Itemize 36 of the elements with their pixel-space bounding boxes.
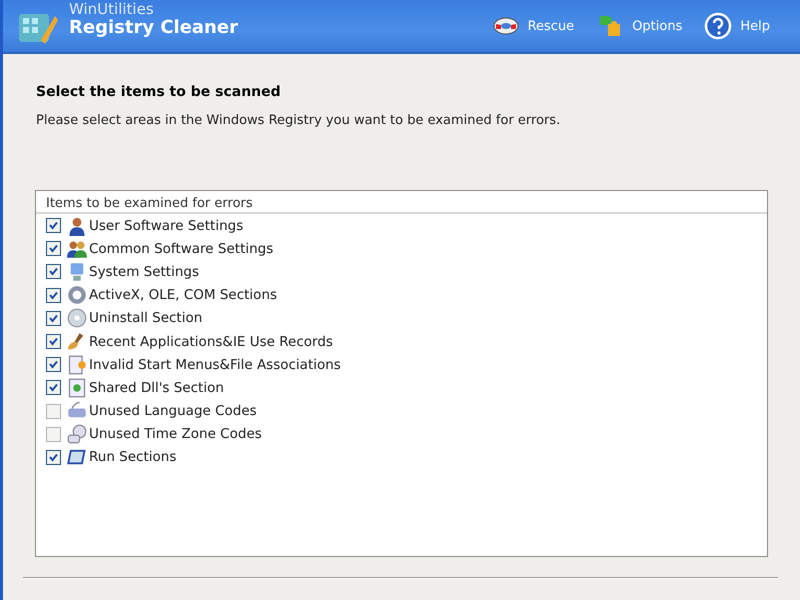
list-header: Items to be examined for errors xyxy=(36,191,767,214)
checkbox[interactable] xyxy=(46,241,61,256)
product-name: Registry Cleaner xyxy=(69,17,238,39)
rescue-button[interactable]: Rescue xyxy=(486,12,580,40)
checkbox[interactable] xyxy=(46,310,61,326)
description-text: Please select areas in the Windows Registry you want to be examined for errors. xyxy=(36,113,562,128)
item-label: User Software Settings xyxy=(89,218,244,234)
section-heading: Select the items to be scanned xyxy=(36,84,282,100)
checkbox[interactable] xyxy=(46,264,61,280)
item-label: Shared Dll's Section xyxy=(89,380,224,396)
checkbox[interactable] xyxy=(46,357,61,372)
item-label: Unused Language Codes xyxy=(89,403,257,420)
document-icon xyxy=(67,354,87,375)
checkbox[interactable] xyxy=(46,334,61,350)
document-icon xyxy=(67,378,87,398)
brand-name: WinUtilities xyxy=(69,1,155,17)
people-icon xyxy=(67,238,87,259)
checkbox[interactable] xyxy=(46,380,61,396)
help-icon xyxy=(704,12,732,40)
checkbox[interactable] xyxy=(46,450,61,465)
checkbox[interactable] xyxy=(46,426,61,442)
item-label: Run Sections xyxy=(89,449,176,466)
item-label: System Settings xyxy=(89,264,200,280)
person-icon xyxy=(67,216,87,236)
item-label: Invalid Start Menus&File Associations xyxy=(89,356,341,373)
item-label: ActiveX, OLE, COM Sections xyxy=(89,287,278,304)
options-button[interactable]: Options xyxy=(590,12,688,40)
item-label: Unused Time Zone Codes xyxy=(89,426,262,442)
help-button[interactable]: Help xyxy=(698,12,776,40)
item-label: Recent Applications&IE Use Records xyxy=(89,334,333,350)
disc-icon xyxy=(67,308,87,328)
item-label: Uninstall Section xyxy=(89,310,202,326)
checkbox[interactable] xyxy=(46,218,61,234)
checkbox[interactable] xyxy=(46,404,61,419)
checkbox[interactable] xyxy=(46,288,61,303)
item-label: Common Software Settings xyxy=(89,240,274,257)
